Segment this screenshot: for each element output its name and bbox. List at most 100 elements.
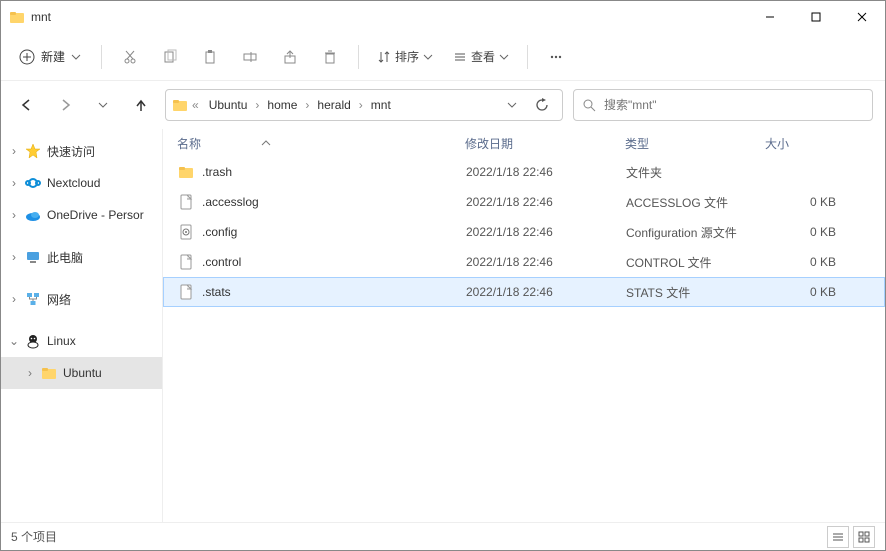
more-icon [548,49,564,65]
breadcrumb-item[interactable]: herald [311,94,356,116]
file-icon [178,284,194,300]
titlebar: mnt [1,1,885,33]
file-size: 0 KB [786,225,846,239]
close-button[interactable] [839,1,885,33]
sidebar-item[interactable]: ›Nextcloud [1,167,162,199]
thumbnails-view-button[interactable] [853,526,875,548]
breadcrumb-pre: « [190,98,201,112]
sort-button[interactable]: 排序 [369,42,441,71]
file-modified: 2022/1/18 22:46 [466,225,626,239]
breadcrumb-item[interactable]: mnt [365,94,397,116]
sidebar-item-label: 此电脑 [47,249,83,266]
sidebar-item[interactable]: › 网络 [1,283,162,315]
folder-icon [172,97,188,113]
file-name: .config [202,225,466,239]
linux-icon [25,333,41,349]
sidebar-item-label: Linux [47,334,76,348]
file-row[interactable]: .trash2022/1/18 22:46文件夹 [163,157,885,187]
sidebar-item-label: OneDrive - Persor [47,208,144,222]
chevron-right-icon: › [7,250,21,264]
details-view-button[interactable] [827,526,849,548]
col-size[interactable]: 大小 [765,137,789,151]
paste-button[interactable] [192,39,228,75]
sidebar-item-label: 快速访问 [47,143,95,160]
file-row[interactable]: .config2022/1/18 22:46Configuration 源文件0… [163,217,885,247]
chevron-right-icon: › [23,366,37,380]
view-button[interactable]: 查看 [445,42,517,71]
file-row[interactable]: .accesslog2022/1/18 22:46ACCESSLOG 文件0 K… [163,187,885,217]
file-modified: 2022/1/18 22:46 [466,195,626,209]
maximize-button[interactable] [793,1,839,33]
chevron-down-icon [499,52,509,62]
nextcloud-icon [25,175,41,191]
network-icon [25,291,41,307]
file-size: 0 KB [786,285,846,299]
cut-icon [122,49,138,65]
chevron-down-icon [71,52,81,62]
toolbar: 新建 排序 查看 [1,33,885,81]
sidebar-item[interactable]: ›快速访问 [1,135,162,167]
forward-button[interactable] [51,91,79,119]
folder-icon [9,9,25,25]
sidebar-item[interactable]: › OneDrive - Persor [1,199,162,231]
new-button[interactable]: 新建 [9,42,91,71]
plus-circle-icon [19,49,35,65]
recent-button[interactable] [89,91,117,119]
up-button[interactable] [127,91,155,119]
view-label: 查看 [471,48,495,65]
sidebar: ›快速访问›Nextcloud›OneDrive - Persor›此电脑›网络… [1,129,163,522]
file-type: ACCESSLOG 文件 [626,194,786,211]
back-button[interactable] [13,91,41,119]
file-name: .trash [202,165,466,179]
trash-icon [322,49,338,65]
share-icon [282,49,298,65]
sidebar-item[interactable]: ⌄Linux [1,325,162,357]
file-row[interactable]: .control2022/1/18 22:46CONTROL 文件0 KB [163,247,885,277]
onedrive-icon [25,207,41,223]
more-button[interactable] [538,39,574,75]
file-modified: 2022/1/18 22:46 [466,255,626,269]
file-list[interactable]: .trash2022/1/18 22:46文件夹.accesslog2022/1… [163,157,885,522]
new-label: 新建 [41,48,65,65]
sidebar-item-label: 网络 [47,291,71,308]
cut-button[interactable] [112,39,148,75]
search-box[interactable] [573,89,873,121]
breadcrumb-item[interactable]: home [261,94,303,116]
col-name[interactable]: 名称 [177,135,201,152]
chevron-right-icon: › [7,292,21,306]
address-bar[interactable]: « Ubuntu›home›herald›mnt [165,89,563,121]
sort-label: 排序 [395,48,419,65]
pc-icon [25,249,41,265]
window-title: mnt [31,10,51,24]
file-modified: 2022/1/18 22:46 [466,285,626,299]
search-input[interactable] [604,98,864,112]
chevron-right-icon: › [7,208,21,222]
file-row[interactable]: .stats2022/1/18 22:46STATS 文件0 KB [163,277,885,307]
file-type: CONTROL 文件 [626,254,786,271]
chevron-right-icon: › [357,98,365,112]
file-icon [178,254,194,270]
col-modified[interactable]: 修改日期 [465,137,513,151]
col-type[interactable]: 类型 [625,137,649,151]
file-type: 文件夹 [626,164,786,181]
file-type: STATS 文件 [626,284,786,301]
view-icon [453,50,467,64]
delete-button[interactable] [312,39,348,75]
folder-icon [41,365,57,381]
column-headers: 名称 修改日期 类型 大小 [163,129,885,157]
breadcrumb-dropdown[interactable] [498,91,526,119]
content-pane: 名称 修改日期 类型 大小 .trash2022/1/18 22:46文件夹.a… [163,129,885,522]
address-row: « Ubuntu›home›herald›mnt [1,81,885,129]
minimize-button[interactable] [747,1,793,33]
sidebar-item[interactable]: ›Ubuntu [1,357,162,389]
file-size: 0 KB [786,255,846,269]
sort-icon [377,50,391,64]
refresh-button[interactable] [528,91,556,119]
file-type: Configuration 源文件 [626,224,786,241]
copy-icon [162,49,178,65]
share-button[interactable] [272,39,308,75]
sidebar-item[interactable]: › 此电脑 [1,241,162,273]
copy-button[interactable] [152,39,188,75]
rename-button[interactable] [232,39,268,75]
breadcrumb-item[interactable]: Ubuntu [203,94,254,116]
